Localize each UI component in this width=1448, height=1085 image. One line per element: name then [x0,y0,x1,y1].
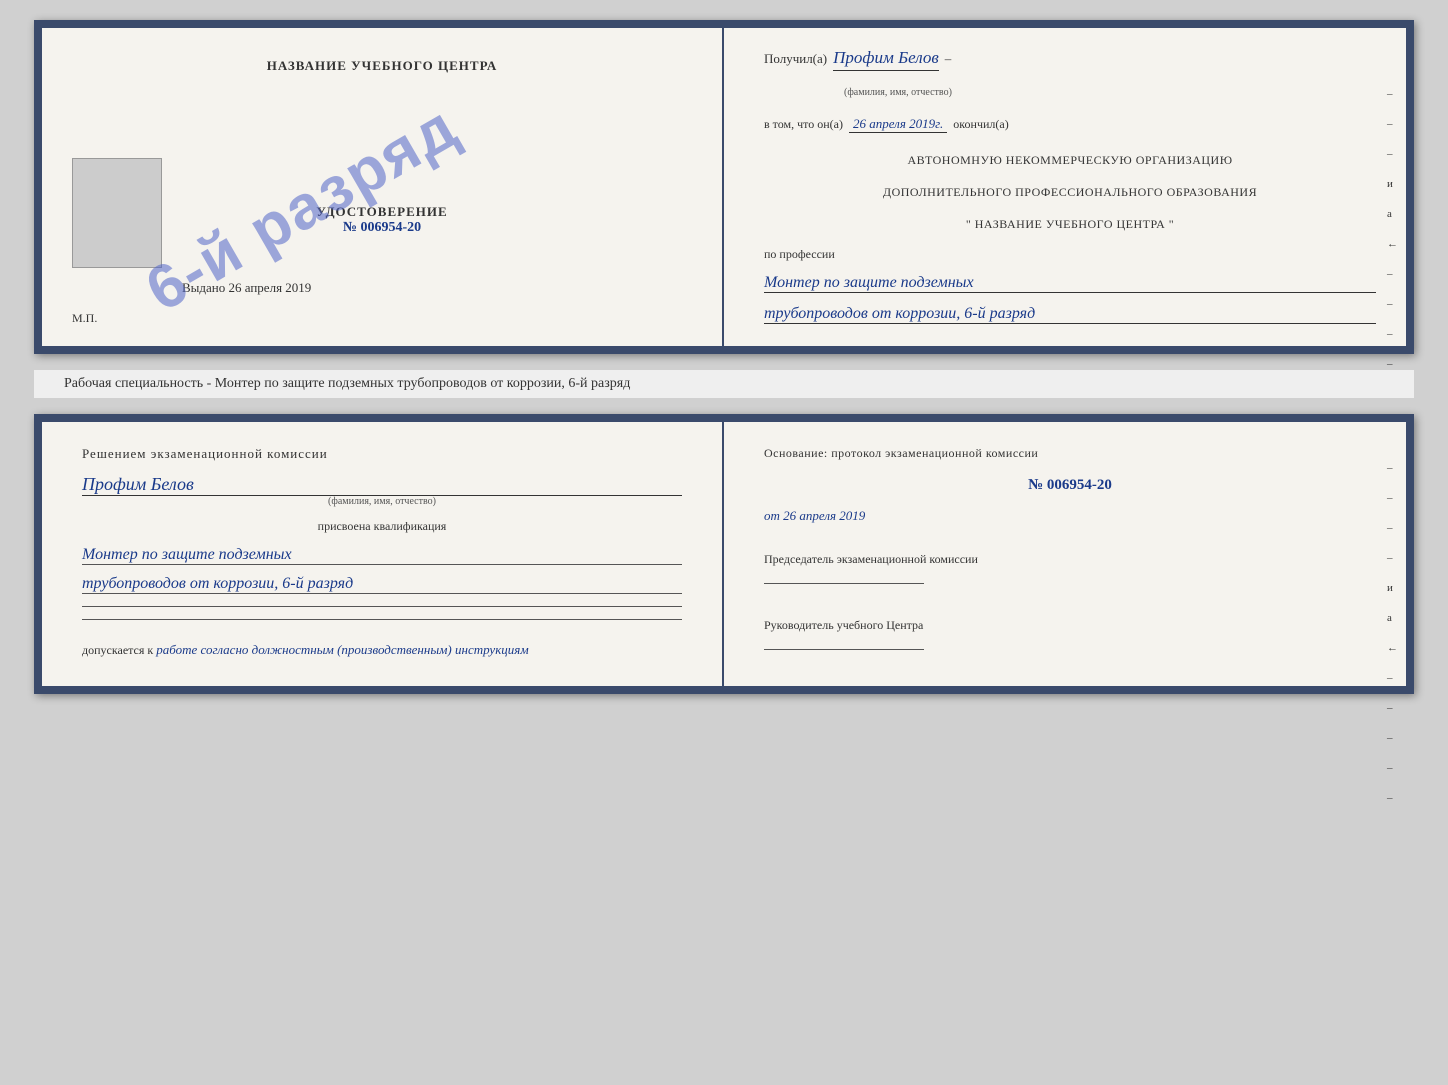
divider1 [82,606,682,607]
chairman-signature-line [764,583,924,584]
sidebar-marks: – – – и а ← – – – – [1387,88,1398,370]
recv-line: Получил(а) Профим Белов – [764,48,1376,71]
org-line1: АВТОНОМНУЮ НЕКОММЕРЧЕСКУЮ ОРГАНИЗАЦИЮ [764,151,1376,169]
bottom-cert-right: Основание: протокол экзаменационной коми… [724,422,1406,686]
recv-name: Профим Белов [833,48,939,71]
org-line3: " НАЗВАНИЕ УЧЕБНОГО ЦЕНТРА " [764,215,1376,233]
bottom-cert-left: Решением экзаменационной комиссии Профим… [42,422,724,686]
bottom-certificate: Решением экзаменационной комиссии Профим… [34,414,1414,694]
profession-label: по профессии [764,247,1376,262]
stamp-overlay: 6-й разряд [111,17,493,399]
vtom-date: 26 апреля 2019г. [849,116,947,133]
chairman-block: Председатель экзаменационной комиссии [764,552,1376,600]
top-cert-left: НАЗВАНИЕ УЧЕБНОГО ЦЕНТРА 6-й разряд УДОС… [42,28,724,346]
protocol-number: № 006954-20 [764,477,1376,494]
top-cert-right: Получил(а) Профим Белов – (фамилия, имя,… [724,28,1406,346]
stamp-text: 6-й разряд [134,91,470,326]
recv-hint: (фамилия, имя, отчество) [844,87,1376,98]
top-certificate: НАЗВАНИЕ УЧЕБНОГО ЦЕНТРА 6-й разряд УДОС… [34,20,1414,354]
prisvoena-text: присвоена квалификация [82,519,682,534]
org-line2: ДОПОЛНИТЕЛЬНОГО ПРОФЕССИОНАЛЬНОГО ОБРАЗО… [764,183,1376,201]
protocol-date-value: 26 апреля 2019 [783,508,865,523]
mp-block: М.П. [72,311,97,326]
vtom-line: в том, что он(а) 26 апреля 2019г. окончи… [764,116,1376,133]
profession-line1: Монтер по защите подземных [764,274,1376,293]
dopuskaetsya-block: допускается к работе согласно должностны… [82,642,682,658]
person-name: Профим Белов [82,474,682,496]
dopusk-handwrite: работе согласно должностным (производств… [156,642,528,657]
sidebar-marks-bottom: – – – – и а ← – – – – – [1387,462,1398,804]
head-block: Руководитель учебного Центра [764,618,1376,666]
profession-line2: трубопроводов от коррозии, 6-й разряд [764,305,1376,324]
person-name-hint: (фамилия, имя, отчество) [82,496,682,507]
protocol-date-prefix: от [764,508,780,523]
vtom-suffix: окончил(а) [953,117,1008,132]
decision-title: Решением экзаменационной комиссии [82,446,682,462]
chairman-title: Председатель экзаменационной комиссии [764,552,1376,567]
person-name-block: Профим Белов (фамилия, имя, отчество) [82,474,682,507]
vtom-prefix: в том, что он(а) [764,117,843,132]
head-title: Руководитель учебного Центра [764,618,1376,633]
bot-profession-line2: трубопроводов от коррозии, 6-й разряд [82,575,682,594]
recv-prefix: Получил(а) [764,51,827,67]
dopusk-prefix: допускается к [82,643,153,657]
head-signature-line [764,649,924,650]
protocol-date: от 26 апреля 2019 [764,508,1376,524]
osnov-text: Основание: протокол экзаменационной коми… [764,446,1376,461]
divider2 [82,619,682,620]
bot-profession-line1: Монтер по защите подземных [82,546,682,565]
